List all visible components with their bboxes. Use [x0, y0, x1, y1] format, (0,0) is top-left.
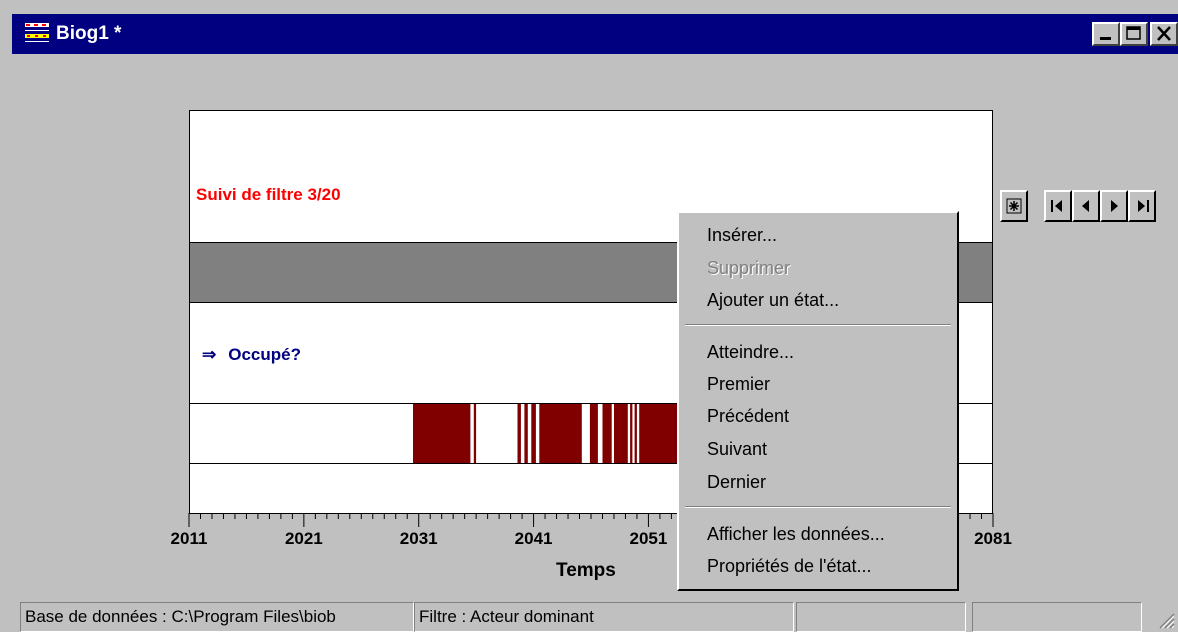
- occupied-segment: [413, 404, 471, 463]
- first-record-button[interactable]: [1044, 190, 1072, 222]
- state-name: Occupé?: [228, 345, 301, 364]
- first-icon: [1051, 200, 1062, 212]
- menu-item-last[interactable]: Dernier: [707, 472, 766, 493]
- chart-title: Suivi de filtre 3/20: [196, 185, 341, 204]
- occupied-segment: [539, 404, 582, 463]
- app-window: Biog1 * Suivi de filtre 3/20 ⇒ Occupé? 20…: [0, 0, 1178, 632]
- state-label: ⇒ Occupé?: [202, 345, 301, 365]
- next-record-button[interactable]: [1100, 190, 1128, 222]
- minimize-button[interactable]: [1092, 22, 1120, 46]
- maximize-button[interactable]: [1120, 22, 1148, 46]
- occupied-segment: [630, 404, 633, 463]
- menu-item-insert[interactable]: Insérer...: [707, 225, 777, 246]
- occupied-segment: [517, 404, 521, 463]
- menu-item-delete: Supprimer: [707, 258, 791, 278]
- occupied-segment: [473, 404, 477, 463]
- status-panel-3: [796, 602, 966, 632]
- status-database: Base de données : C:\Program Files\biob: [20, 602, 414, 632]
- menu-item-previous[interactable]: Précédent: [707, 406, 789, 427]
- menu-separator: [685, 506, 951, 508]
- close-button[interactable]: [1150, 22, 1178, 46]
- occupied-segment: [524, 404, 528, 463]
- status-bar: Base de données : C:\Program Files\biob …: [12, 600, 1178, 632]
- arrow-icon: ⇒: [202, 345, 217, 364]
- x-axis-title: Temps: [556, 560, 616, 581]
- previous-icon: [1082, 200, 1089, 212]
- resize-grip-icon[interactable]: [1152, 606, 1176, 630]
- minimize-icon: [1100, 37, 1111, 40]
- next-icon: [1111, 200, 1118, 212]
- menu-separator: [685, 324, 951, 326]
- menu-item-next[interactable]: Suivant: [707, 439, 767, 460]
- menu-item-first[interactable]: Premier: [707, 374, 770, 395]
- previous-record-button[interactable]: [1072, 190, 1100, 222]
- occupied-segment: [602, 404, 612, 463]
- close-icon: [1157, 26, 1171, 41]
- select-icon: [1006, 198, 1022, 214]
- title-bar[interactable]: Biog1 *: [12, 14, 1178, 54]
- menu-item-state-properties[interactable]: Propriétés de l'état...: [707, 556, 872, 577]
- last-record-button[interactable]: [1128, 190, 1156, 222]
- last-icon: [1138, 200, 1149, 212]
- select-record-button[interactable]: [1000, 190, 1028, 222]
- occupied-segment: [531, 404, 536, 463]
- timeline-app-icon: [24, 22, 50, 44]
- occupied-segment: [589, 404, 598, 463]
- menu-item-show-data[interactable]: Afficher les données...: [707, 524, 885, 545]
- maximize-icon: [1126, 26, 1141, 40]
- menu-item-goto[interactable]: Atteindre...: [707, 342, 794, 363]
- status-panel-4: [972, 602, 1142, 632]
- occupied-segment: [614, 404, 628, 463]
- context-menu: Insérer... Supprimer Ajouter un état... …: [677, 211, 959, 591]
- occupied-segment: [634, 404, 637, 463]
- window-title: Biog1 *: [56, 23, 122, 44]
- status-filter: Filtre : Acteur dominant: [414, 602, 794, 632]
- menu-item-add-state[interactable]: Ajouter un état...: [707, 290, 839, 311]
